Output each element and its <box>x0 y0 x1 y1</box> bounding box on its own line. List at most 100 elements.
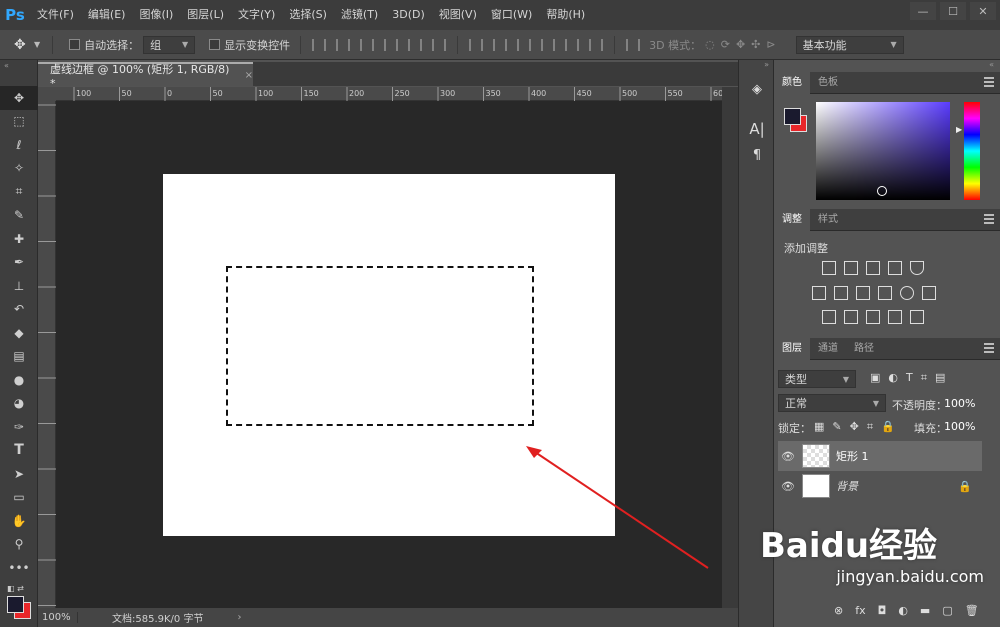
tab-layers[interactable]: 图层 <box>774 337 810 360</box>
menu-image[interactable]: 图像(I) <box>132 0 180 30</box>
path-selection-tool-icon[interactable]: ➤ <box>0 462 38 486</box>
menu-edit[interactable]: 编辑(E) <box>81 0 133 30</box>
posterize-icon[interactable] <box>844 310 858 324</box>
tool-preset-chevron-icon[interactable]: ▼ <box>34 40 40 49</box>
menu-select[interactable]: 选择(S) <box>282 0 334 30</box>
pen-tool-icon[interactable]: ✑ <box>0 415 38 439</box>
eye-icon[interactable]: 👁 <box>778 450 798 463</box>
minimize-button[interactable]: — <box>910 2 936 20</box>
channel-mixer-icon[interactable] <box>900 286 914 300</box>
filter-shape-icon[interactable]: ⌗ <box>921 371 927 385</box>
dodge-tool-icon[interactable]: ◕ <box>0 392 38 416</box>
tab-swatches[interactable]: 色板 <box>810 72 846 94</box>
eraser-tool-icon[interactable]: ◆ <box>0 321 38 345</box>
collapse-dock-icon[interactable]: « <box>774 60 1000 72</box>
rectangle-tool-icon[interactable]: ▭ <box>0 486 38 510</box>
lock-pixels-icon[interactable]: ▦ <box>814 420 824 434</box>
menu-file[interactable]: 文件(F) <box>30 0 81 30</box>
tab-adjustments[interactable]: 调整 <box>774 208 810 231</box>
document-tab[interactable]: 虚线边框 @ 100% (矩形 1, RGB/8) * × <box>38 62 253 90</box>
layer-row-rectangle[interactable]: 👁 矩形 1 <box>778 441 982 471</box>
opacity-value[interactable]: 100% <box>944 397 975 410</box>
color-panel-fg-swatch[interactable] <box>784 108 801 125</box>
tab-color[interactable]: 颜色 <box>774 71 810 94</box>
selective-color-icon[interactable] <box>888 310 902 324</box>
lock-all-icon[interactable]: 🔒 <box>881 420 895 434</box>
collapse-toolbar-icon[interactable]: « <box>0 60 37 86</box>
menu-type[interactable]: 文字(Y) <box>231 0 282 30</box>
align-top-icon[interactable] <box>312 38 327 51</box>
invert-icon[interactable] <box>822 310 836 324</box>
status-expand-icon[interactable]: › <box>237 612 241 623</box>
hue-slider[interactable] <box>964 102 980 200</box>
healing-brush-tool-icon[interactable]: ✚ <box>0 227 38 251</box>
blur-tool-icon[interactable]: ● <box>0 368 38 392</box>
menu-3d[interactable]: 3D(D) <box>385 0 432 30</box>
zoom-tool-icon[interactable]: ⚲ <box>0 533 38 557</box>
clone-stamp-tool-icon[interactable]: ⊥ <box>0 274 38 298</box>
menu-window[interactable]: 窗口(W) <box>484 0 539 30</box>
more-tools-icon[interactable]: ••• <box>0 556 38 580</box>
distribute-right-icon[interactable] <box>589 38 604 51</box>
distribute-vcenter-icon[interactable] <box>493 38 508 51</box>
dashed-rectangle-shape[interactable] <box>226 266 534 426</box>
align-bottom-icon[interactable] <box>360 38 375 51</box>
foreground-color-swatch[interactable] <box>7 596 24 613</box>
3d-panel-icon[interactable]: ◈ <box>739 76 775 102</box>
photo-filter-icon[interactable] <box>878 286 892 300</box>
tab-paths[interactable]: 路径 <box>846 338 882 360</box>
menu-filter[interactable]: 滤镜(T) <box>334 0 385 30</box>
distribute-top-icon[interactable] <box>469 38 484 51</box>
move-tool-icon[interactable]: ✥ <box>14 37 34 53</box>
layer-name[interactable]: 背景 <box>836 478 858 494</box>
curves-icon[interactable] <box>866 261 880 275</box>
filter-smart-object-icon[interactable]: ▤ <box>935 371 945 385</box>
fill-value[interactable]: 100% <box>944 420 975 433</box>
eye-icon[interactable]: 👁 <box>778 480 798 493</box>
menu-view[interactable]: 视图(V) <box>432 0 484 30</box>
gradient-tool-icon[interactable]: ▤ <box>0 345 38 369</box>
brightness-icon[interactable] <box>822 261 836 275</box>
hand-tool-icon[interactable]: ✋ <box>0 509 38 533</box>
magic-wand-tool-icon[interactable]: ✧ <box>0 157 38 181</box>
zoom-level[interactable]: 100% <box>38 612 78 623</box>
crop-tool-icon[interactable]: ⌗ <box>0 180 38 204</box>
threshold-icon[interactable] <box>866 310 880 324</box>
lock-artboard-icon[interactable]: ⌗ <box>867 420 873 434</box>
color-spectrum[interactable] <box>816 102 950 200</box>
gradient-map-icon[interactable] <box>910 310 924 324</box>
3d-mode-icons[interactable]: ◌⟳✥✣⊳ <box>705 38 781 51</box>
auto-select-checkbox[interactable] <box>69 39 81 50</box>
hue-saturation-icon[interactable] <box>812 286 826 300</box>
auto-select-dropdown[interactable]: 组 ▼ <box>143 35 196 54</box>
layer-name[interactable]: 矩形 1 <box>836 448 869 464</box>
align-left-icon[interactable] <box>384 38 399 51</box>
close-window-button[interactable]: ✕ <box>970 2 996 20</box>
type-tool-icon[interactable]: T <box>0 439 38 463</box>
filter-pixel-icon[interactable]: ▣ <box>870 371 880 385</box>
panel-menu-icon[interactable] <box>984 214 994 224</box>
distribute-left-icon[interactable] <box>541 38 556 51</box>
default-colors-icon[interactable]: ◧ ⇄ <box>7 584 24 593</box>
panel-menu-icon[interactable] <box>984 343 994 353</box>
align-right-icon[interactable] <box>432 38 447 51</box>
blend-mode-dropdown[interactable]: 正常 ▼ <box>778 394 886 412</box>
layer-filter-dropdown[interactable]: 类型 ▼ <box>778 370 856 388</box>
vibrance-icon[interactable] <box>910 261 924 275</box>
color-lookup-icon[interactable] <box>922 286 936 300</box>
align-hcenter-icon[interactable] <box>408 38 423 51</box>
menu-help[interactable]: 帮助(H) <box>539 0 592 30</box>
history-brush-tool-icon[interactable]: ↶ <box>0 298 38 322</box>
brush-tool-icon[interactable]: ✒ <box>0 251 38 275</box>
panel-menu-icon[interactable] <box>984 77 994 87</box>
color-balance-icon[interactable] <box>834 286 848 300</box>
align-vcenter-icon[interactable] <box>336 38 351 51</box>
eyedropper-tool-icon[interactable]: ✎ <box>0 204 38 228</box>
color-picker-cursor[interactable] <box>877 186 887 196</box>
horizontal-ruler[interactable]: 100 50 0 50 100 150 200 250 300 350 400 450 500 550 60… <box>56 87 722 101</box>
vertical-scrollbar[interactable] <box>722 87 738 608</box>
hue-slider-handle-icon[interactable]: ▶ <box>956 125 962 134</box>
tab-channels[interactable]: 通道 <box>810 338 846 360</box>
lasso-tool-icon[interactable]: ℓ <box>0 133 38 157</box>
distribute-hcenter-icon[interactable] <box>565 38 580 51</box>
